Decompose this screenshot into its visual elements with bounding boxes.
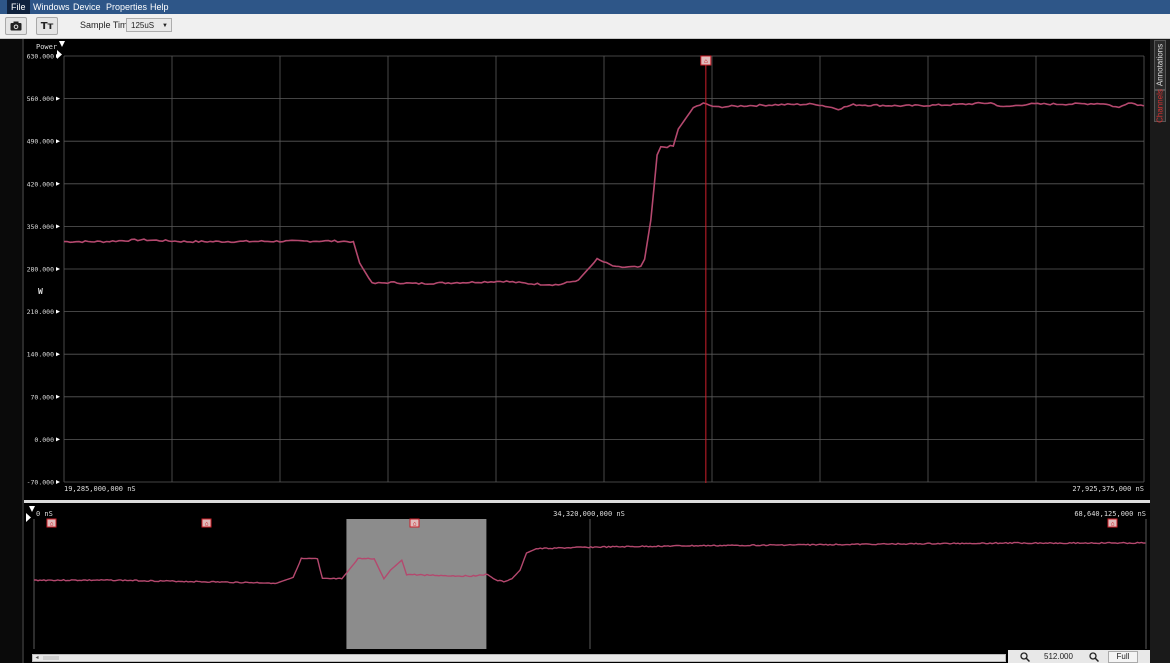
menu-properties[interactable]: Properties: [102, 0, 151, 14]
text-size-button[interactable]: Tт: [36, 17, 58, 35]
overview-flag-3[interactable]: ⌂: [409, 518, 420, 528]
overview-flag-1[interactable]: ⌂: [46, 518, 57, 528]
camera-icon: [10, 21, 22, 31]
marker-flag[interactable]: ⌂: [700, 55, 712, 66]
marker-flag-label: ⌂: [704, 58, 708, 65]
right-tab-strip: [1150, 39, 1170, 663]
y-tick-label: 70.000: [31, 393, 55, 401]
sample-time-value: 125uS: [131, 21, 155, 30]
screenshot-button[interactable]: [5, 17, 27, 35]
zoom-full-button[interactable]: Full: [1108, 651, 1138, 663]
zoom-out-icon[interactable]: [1020, 652, 1030, 662]
svg-text:⌂: ⌂: [413, 521, 417, 528]
y-tick-label: 140.000: [27, 351, 54, 359]
menu-device[interactable]: Device: [69, 0, 105, 14]
overview-selection-window[interactable]: [346, 519, 487, 649]
zoom-bar: 512.000 Full: [1008, 650, 1150, 663]
overview-x-start: 0 nS: [36, 510, 53, 518]
menu-help[interactable]: Help: [146, 0, 173, 14]
sample-time-select[interactable]: 125uS ▼: [126, 18, 172, 32]
y-tick-label: 630.000: [27, 53, 54, 61]
svg-text:⌂: ⌂: [205, 521, 209, 528]
y-tick-label: 350.000: [27, 223, 54, 231]
x-start-label: 19,285,000,000 nS: [64, 485, 136, 493]
scrollbar-thumb[interactable]: [43, 656, 59, 660]
zoom-in-icon[interactable]: [1089, 652, 1099, 662]
overview-x-end: 68,640,125,000 nS: [1074, 510, 1146, 518]
zoom-value[interactable]: 512.000: [1044, 652, 1073, 661]
overview-flag-2[interactable]: ⌂: [201, 518, 212, 528]
y-tick-label: 560.000: [27, 95, 54, 103]
left-panel-strip: [0, 39, 24, 663]
y-tick-label: 420.000: [27, 180, 54, 188]
menu-file[interactable]: File: [7, 0, 30, 14]
unit-label: W: [38, 287, 43, 296]
power-chart[interactable]: 630.000 560.000 490.000 420.000 350.000 280.0…: [24, 39, 1150, 500]
y-tick-label: 210.000: [27, 308, 54, 316]
tab-channels[interactable]: Channels: [1154, 89, 1166, 123]
menu-windows[interactable]: Windows: [29, 0, 74, 14]
chevron-down-icon: ▼: [162, 23, 168, 29]
overview-x-mid: 34,320,000,000 nS: [553, 510, 625, 518]
y-tick-label: 490.000: [27, 138, 54, 146]
y-tick-label: 0.000: [34, 436, 54, 444]
svg-text:⌂: ⌂: [1111, 521, 1115, 528]
horizontal-scrollbar[interactable]: ◂: [32, 654, 1006, 662]
y-tick-label: 280.000: [27, 266, 54, 274]
overview-flag-4[interactable]: ⌂: [1107, 518, 1118, 528]
overview-chart[interactable]: 0 nS 34,320,000,000 nS 68,640,125,000 nS…: [24, 503, 1150, 650]
y-tick-label: -70.000: [27, 479, 54, 487]
x-end-label: 27,925,375,000 nS: [1072, 485, 1144, 493]
scroll-left-icon[interactable]: ◂: [33, 655, 41, 661]
toolbar: Tт Sample Time: 125uS ▼: [0, 14, 1170, 39]
svg-text:⌂: ⌂: [50, 521, 54, 528]
series-title: Power: [36, 43, 57, 51]
menu-bar: File Windows Device Properties Help: [0, 0, 1170, 14]
tab-annotations[interactable]: Annotations: [1154, 40, 1166, 90]
